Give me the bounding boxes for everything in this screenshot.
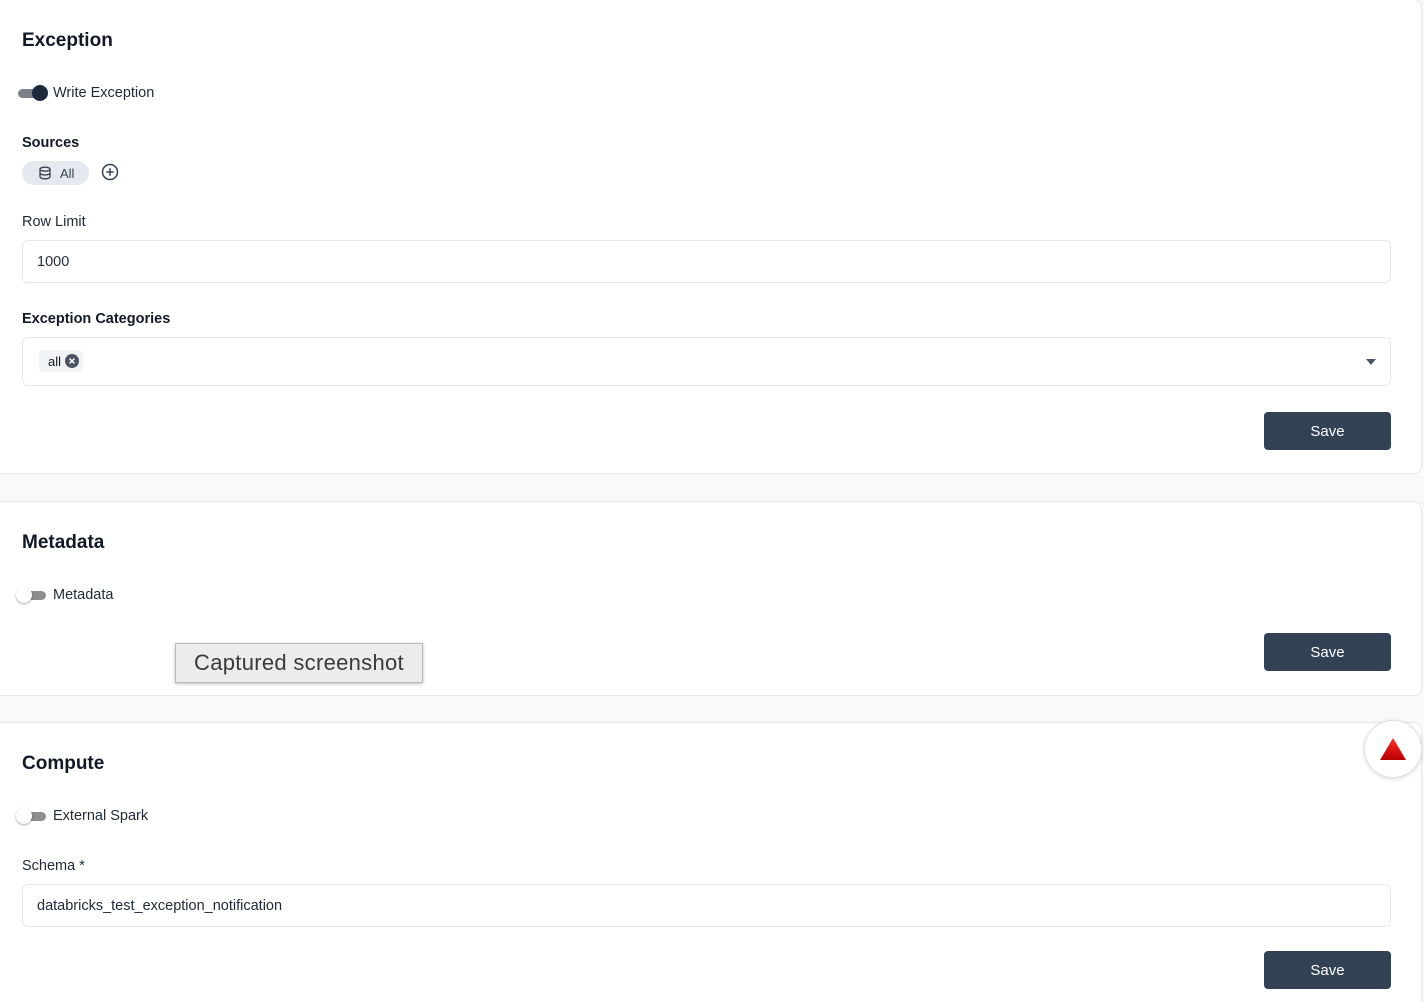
metadata-save-button[interactable]: Save — [1264, 633, 1391, 671]
schema-label: Schema * — [22, 858, 85, 874]
category-tag-label: all — [48, 353, 62, 369]
sources-chip-all[interactable]: All — [22, 161, 89, 185]
compute-card: Compute External Spark Schema * Save — [0, 722, 1422, 1002]
compute-title: Compute — [22, 753, 105, 774]
captured-screenshot-tooltip: Captured screenshot — [175, 643, 423, 683]
row-limit-label: Row Limit — [22, 214, 86, 230]
sources-chip-label: All — [60, 165, 75, 181]
category-tag: all — [39, 350, 84, 372]
external-spark-label: External Spark — [53, 808, 149, 824]
exception-save-button[interactable]: Save — [1264, 412, 1391, 450]
exception-categories-label: Exception Categories — [22, 311, 171, 327]
metadata-title: Metadata — [22, 532, 105, 553]
write-exception-row: Write Exception — [16, 85, 154, 101]
caret-down-icon[interactable] — [1366, 359, 1376, 365]
warning-triangle-icon — [1380, 738, 1406, 760]
external-spark-row: External Spark — [16, 808, 148, 824]
row-limit-input[interactable] — [22, 240, 1391, 283]
close-circle-icon[interactable] — [65, 354, 80, 368]
sources-label: Sources — [22, 135, 80, 151]
write-exception-label: Write Exception — [53, 85, 155, 101]
compute-save-button[interactable]: Save — [1264, 951, 1391, 989]
external-spark-toggle[interactable] — [16, 808, 48, 824]
database-icon — [39, 166, 51, 180]
metadata-toggle-label: Metadata — [53, 587, 114, 603]
toggle-knob — [16, 808, 32, 824]
write-exception-toggle[interactable] — [16, 85, 48, 101]
schema-input[interactable] — [22, 884, 1391, 927]
exception-title: Exception — [22, 30, 113, 51]
metadata-row: Metadata — [16, 587, 113, 603]
plus-circle-icon[interactable] — [101, 163, 119, 181]
toggle-knob — [32, 85, 48, 101]
toggle-knob — [16, 587, 32, 603]
floating-alert-button[interactable] — [1364, 720, 1422, 778]
exception-categories-select[interactable]: all — [22, 337, 1391, 386]
exception-card: Exception Write Exception Sources All Ro… — [0, 0, 1422, 474]
metadata-toggle[interactable] — [16, 587, 48, 603]
